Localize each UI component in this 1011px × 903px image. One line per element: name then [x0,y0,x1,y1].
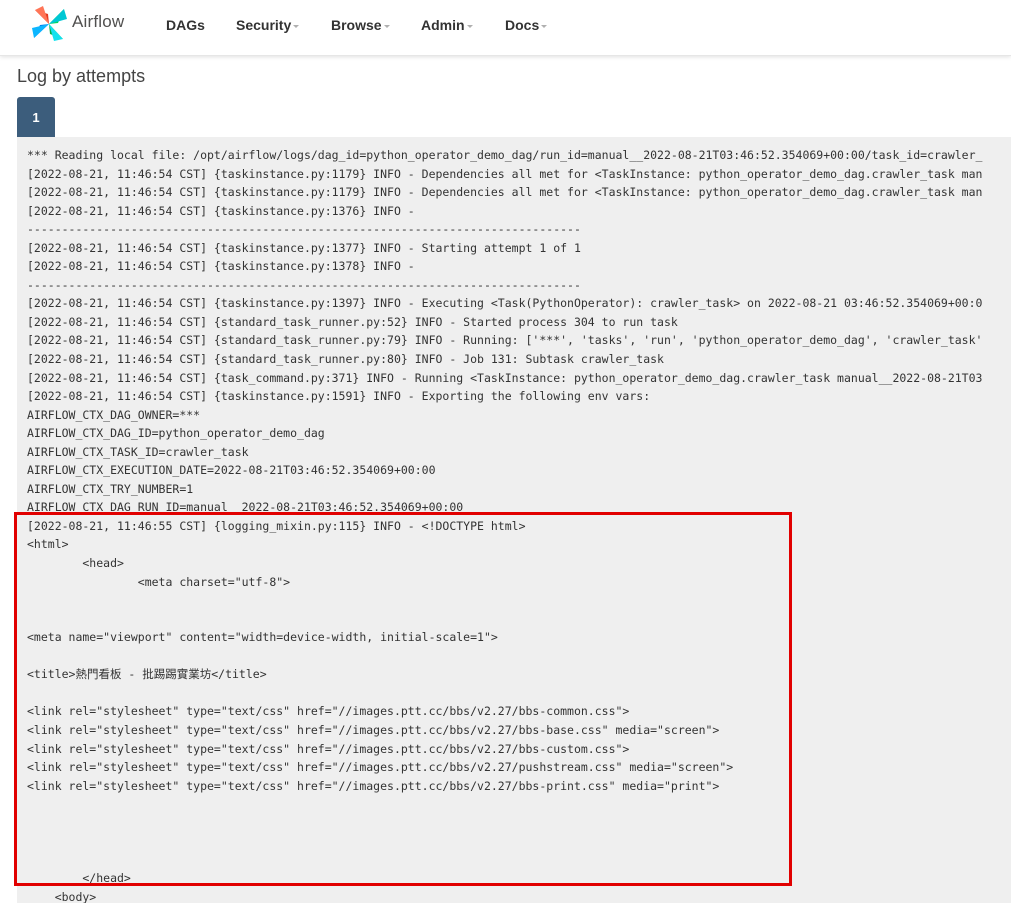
caret-down-icon [383,24,390,28]
airflow-brand-link[interactable]: Airflow [30,4,124,44]
log-line: <meta name="viewport" content="width=dev… [27,630,498,645]
log-line: [2022-08-21, 11:46:54 CST] {taskinstance… [27,203,415,218]
log-line: [2022-08-21, 11:46:54 CST] {task_command… [27,370,983,385]
log-line: <link rel="stylesheet" type="text/css" h… [27,704,630,719]
log-line: </head> [27,871,131,886]
log-line: AIRFLOW_CTX_DAG_RUN_ID=manual__2022-08-2… [27,500,464,515]
log-line: <body> [27,889,97,903]
log-line: AIRFLOW_CTX_TASK_ID=crawler_task [27,444,249,459]
brand-name: Airflow [72,12,125,31]
log-line: <link rel="stylesheet" type="text/css" h… [27,741,630,756]
log-line: <link rel="stylesheet" type="text/css" h… [27,760,734,775]
nav-browse-label: Browse [331,17,382,33]
log-line: AIRFLOW_CTX_TRY_NUMBER=1 [27,481,194,496]
log-line: [2022-08-21, 11:46:54 CST] {standard_tas… [27,352,664,367]
log-line: [2022-08-21, 11:46:54 CST] {standard_tas… [27,333,983,348]
log-line: ----------------------------------------… [27,277,581,292]
nav-dags-label: DAGs [166,17,205,33]
nav-browse-dropdown[interactable]: Browse [331,17,390,33]
log-line: AIRFLOW_CTX_DAG_OWNER=*** [27,407,201,422]
nav-security-label: Security [236,17,292,33]
log-line: [2022-08-21, 11:46:54 CST] {standard_tas… [27,314,678,329]
log-line: <title>熱門看板 - 批踢踢實業坊</title> [27,667,267,682]
log-line: [2022-08-21, 11:46:54 CST] {taskinstance… [27,259,415,274]
log-line: [2022-08-21, 11:46:54 CST] {taskinstance… [27,185,983,200]
log-line: <link rel="stylesheet" type="text/css" h… [27,778,720,793]
nav-admin-label: Admin [421,17,465,33]
log-line: <html> [27,537,69,552]
nav-admin-dropdown[interactable]: Admin [421,17,473,33]
airflow-logo-icon [32,6,67,41]
nav-docs-label: Docs [505,17,540,33]
log-content: *** Reading local file: /opt/airflow/log… [27,146,982,903]
log-line: [2022-08-21, 11:46:54 CST] {taskinstance… [27,389,651,404]
log-line: [2022-08-21, 11:46:54 CST] {taskinstance… [27,296,983,311]
log-line: ----------------------------------------… [27,222,581,237]
page-title: Log by attempts [17,66,146,86]
nav-dags[interactable]: DAGs [166,17,205,33]
log-line: AIRFLOW_CTX_EXECUTION_DATE=2022-08-21T03… [27,463,436,478]
top-navbar: Airflow DAGs Security Browse Admin Docs [0,0,1011,56]
caret-down-icon [466,24,473,28]
log-line: <meta charset="utf-8"> [27,574,291,589]
caret-down-icon [541,24,548,28]
attempt-tab-label: 1 [32,109,40,125]
log-line: [2022-08-21, 11:46:54 CST] {taskinstance… [27,240,581,255]
log-line: [2022-08-21, 11:46:55 CST] {logging_mixi… [27,518,526,533]
log-line: *** Reading local file: /opt/airflow/log… [27,148,983,162]
log-line: <head> [27,556,124,571]
log-line: <link rel="stylesheet" type="text/css" h… [27,722,720,737]
attempt-tab-1[interactable]: 1 [17,97,55,137]
log-line: AIRFLOW_CTX_DAG_ID=python_operator_demo_… [27,426,325,441]
log-line: [2022-08-21, 11:46:54 CST] {taskinstance… [27,166,983,181]
nav-docs-dropdown[interactable]: Docs [505,17,548,33]
caret-down-icon [293,24,300,28]
log-panel[interactable]: *** Reading local file: /opt/airflow/log… [17,137,1011,903]
nav-security-dropdown[interactable]: Security [236,17,300,33]
